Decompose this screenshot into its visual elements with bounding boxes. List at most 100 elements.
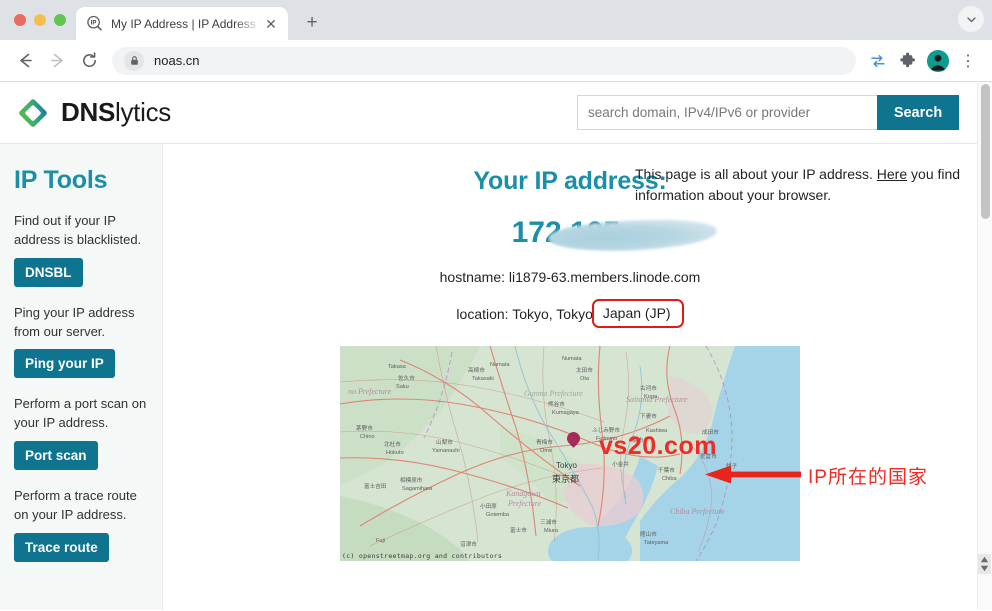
svg-text:Fuji: Fuji [376,538,385,544]
svg-text:Gunma Prefecture: Gunma Prefecture [524,389,583,398]
site-logo[interactable]: DNSlytics [16,96,171,130]
minimize-window-button[interactable] [34,14,46,26]
browser-toolbar: noas.cn ⋮ [0,40,992,82]
svg-text:Kumagaya: Kumagaya [552,410,580,416]
lock-icon [124,51,144,71]
location-line: location: Tokyo, Tokyo Japan (JP) [163,299,977,328]
svg-text:富士吉田: 富士吉田 [364,482,387,490]
svg-text:太田市: 太田市 [576,366,593,374]
svg-text:山梨市: 山梨市 [436,438,453,446]
svg-text:Yamanashi: Yamanashi [432,448,460,454]
site-header: DNSlytics search domain, IPv4/IPv6 or pr… [0,82,977,144]
svg-text:Takasaki: Takasaki [472,376,494,382]
dnslytics-diamond-icon [16,96,50,130]
site-search: search domain, IPv4/IPv6 or provider Sea… [577,95,959,130]
ping-your-ip-button[interactable]: Ping your IP [14,349,115,378]
window-controls [10,0,76,40]
svg-text:Ota: Ota [580,376,590,382]
scrollbar-arrows[interactable] [978,554,991,574]
svg-text:銚子: 銚子 [726,462,738,470]
scroll-up-icon [980,556,989,563]
svg-text:Takasa: Takasa [388,364,407,370]
tab-strip: IP My IP Address | IP Address Too ✕ + [0,0,992,40]
arrow-left-icon [16,51,35,70]
address-bar[interactable]: noas.cn [112,47,856,75]
svg-text:Hokuto: Hokuto [386,450,404,456]
tab-list-button[interactable] [958,6,984,32]
ip-magnifier-favicon: IP [86,15,103,32]
svg-text:Numata: Numata [490,362,510,368]
svg-text:三浦市: 三浦市 [540,518,557,526]
url-text: noas.cn [154,53,200,68]
ip-tools-sidebar: IP Tools Find out if your IP address is … [0,144,163,610]
browser-tab[interactable]: IP My IP Address | IP Address Too ✕ [76,7,288,40]
map-attribution: (c) openstreetmap.org and contributors [342,552,502,560]
reload-icon [80,51,99,70]
page-scrollbar[interactable] [977,82,992,610]
svg-text:柏市: 柏市 [632,436,644,444]
search-button[interactable]: Search [877,95,959,130]
svg-text:Miura: Miura [544,528,559,534]
page-viewport: DNSlytics search domain, IPv4/IPv6 or pr… [0,82,992,610]
back-button[interactable] [10,46,40,76]
svg-text:館山市: 館山市 [640,530,657,538]
share-sync-icon[interactable] [864,47,892,75]
svg-text:Saku: Saku [396,384,409,390]
svg-text:高崎市: 高崎市 [468,366,485,374]
svg-text:下妻市: 下妻市 [640,412,657,420]
tool-description-ping: Ping your IP address from our server. [14,304,148,342]
trace-route-button[interactable]: Trace route [14,533,109,562]
svg-text:北杜市: 北杜市 [384,440,401,448]
map-tiles: no Prefecture Gunma Prefecture Saitama P… [340,346,800,561]
annotation-chinese-label: IP所在的国家 [808,462,928,489]
new-tab-button[interactable]: + [298,9,326,37]
svg-text:Choshi: Choshi [728,472,745,478]
location-prefix: location: Tokyo, Tokyo [456,306,592,322]
dnslytics-page: DNSlytics search domain, IPv4/IPv6 or pr… [0,82,977,610]
svg-text:Sagamihara: Sagamihara [402,486,433,492]
chevron-down-icon [966,14,977,25]
main-content: This page is all about your IP address. … [163,144,977,610]
svg-text:小田原: 小田原 [480,502,497,510]
svg-text:Koga: Koga [644,394,658,400]
maximize-window-button[interactable] [54,14,66,26]
scrollbar-thumb[interactable] [981,84,990,219]
svg-text:Gotemba: Gotemba [486,512,510,518]
svg-text:佐倉市: 佐倉市 [700,452,717,460]
puzzle-extensions-icon[interactable] [894,47,922,75]
here-link[interactable]: Here [877,166,907,182]
svg-text:IP: IP [91,21,97,27]
svg-text:Prefecture: Prefecture [507,499,542,508]
svg-text:ふじみ野市: ふじみ野市 [592,426,620,434]
svg-text:佐久市: 佐久市 [398,374,415,382]
svg-text:no Prefecture: no Prefecture [348,387,392,396]
svg-text:Chino: Chino [360,434,375,440]
port-scan-button[interactable]: Port scan [14,441,98,470]
location-map[interactable]: no Prefecture Gunma Prefecture Saitama P… [340,346,800,561]
dnsbl-button[interactable]: DNSBL [14,258,83,287]
svg-text:Fujimino: Fujimino [596,436,617,442]
search-input[interactable]: search domain, IPv4/IPv6 or provider [577,95,877,130]
svg-text:小金井: 小金井 [612,460,629,468]
profile-avatar[interactable] [924,47,952,75]
svg-text:相模原市: 相模原市 [400,476,423,484]
close-window-button[interactable] [14,14,26,26]
svg-text:成田市: 成田市 [702,428,719,436]
svg-text:茅野市: 茅野市 [356,424,373,432]
logo-bold: DNS [61,97,115,127]
svg-text:富士市: 富士市 [510,526,527,534]
arrow-right-icon [48,51,67,70]
reload-button[interactable] [74,46,104,76]
svg-text:古河市: 古河市 [640,384,657,392]
browser-info-note: This page is all about your IP address. … [635,164,965,206]
hostname-line: hostname: li1879-63.members.linode.com [163,269,977,285]
tab-close-icon[interactable]: ✕ [262,15,280,33]
site-logo-text: DNSlytics [61,97,171,128]
svg-text:沼津市: 沼津市 [460,540,477,548]
note-text-before: This page is all about your IP address. [635,166,877,182]
forward-button[interactable] [42,46,72,76]
svg-text:Kashiwa: Kashiwa [646,428,668,434]
svg-text:熊谷市: 熊谷市 [548,400,565,408]
browser-menu-button[interactable]: ⋮ [954,47,982,75]
svg-text:青梅市: 青梅市 [536,438,553,446]
